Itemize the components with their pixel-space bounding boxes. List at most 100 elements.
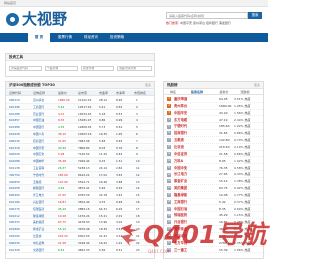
cell-code[interactable]: 601658 bbox=[9, 185, 20, 192]
ranking-item[interactable]: 3 中国平安 43.20 1.56% 热度 bbox=[164, 110, 263, 117]
ranking-item[interactable]: 18 恒瑞医药 45.29 1.15% 热度 bbox=[164, 212, 263, 220]
ranking-item[interactable]: 7 五粮液 142.80 0.74% 热度 bbox=[164, 137, 263, 144]
cell-name[interactable]: 比亚迪 bbox=[33, 233, 41, 240]
rank-stock-name[interactable]: 五粮液 bbox=[174, 137, 184, 144]
cell-code[interactable]: 600519 bbox=[9, 97, 20, 104]
table-row[interactable]: 601318 中国平安 43.20 7866.84 8.03 0.76 8 bbox=[6, 144, 154, 152]
ranking-more[interactable]: 更多 bbox=[254, 82, 260, 89]
cell-name[interactable]: 恒瑞医药 bbox=[33, 206, 44, 213]
rank-stock-name[interactable]: 贵州茅台 bbox=[174, 103, 187, 110]
table-row[interactable]: 601628 中国人寿 36.10 10203.16 19.35 1.95 6 bbox=[6, 131, 154, 138]
table-row[interactable]: 600276 恒瑞医药 45.29 2889.16 64.31 6.26 17 bbox=[6, 206, 154, 213]
cell-name[interactable]: 五粮液 bbox=[33, 179, 41, 186]
cell-code[interactable]: 601288 bbox=[9, 111, 20, 118]
nav-home[interactable]: 首 页 bbox=[28, 33, 50, 42]
cell-name[interactable]: 宁德时代 bbox=[33, 172, 44, 179]
cell-name[interactable]: 中国石油 bbox=[33, 117, 44, 124]
ranking-item[interactable]: 6 招商银行 31.65 0.86% 热度 bbox=[164, 130, 263, 137]
tab-rank[interactable]: 排名 bbox=[167, 89, 179, 95]
ranking-item[interactable]: 22 北方华创 278.66 2.35% 热度 bbox=[164, 240, 263, 247]
tab-name[interactable]: 股票名称 bbox=[186, 89, 208, 95]
ranking-item[interactable]: 17 中国石油 8.35 0.60% 热度 bbox=[164, 206, 263, 213]
ranking-item[interactable]: 8 比亚迪 216.50 2.10% 热度 bbox=[164, 144, 263, 151]
ranking-item[interactable]: 1 重庆啤酒 64.05 3.51% 热度 bbox=[164, 96, 263, 103]
ranking-item[interactable]: 5 宁德时代 185.60 1.22% 热度 bbox=[164, 123, 263, 131]
ranking-item[interactable]: 4 东方电缆 47.19 2.44% 热度 bbox=[164, 117, 263, 124]
table-row[interactable]: 002594 比亚迪 216.50 6302.55 21.43 4.33 21 bbox=[6, 233, 154, 240]
cell-name[interactable]: 中国石化 bbox=[33, 151, 44, 158]
tab-price[interactable]: 最新价 bbox=[216, 89, 232, 95]
ranking-item[interactable]: 2 贵州茅台 1680.00 1.95% 热度 bbox=[164, 103, 263, 110]
cell-code[interactable]: 600276 bbox=[9, 206, 20, 213]
ranking-item[interactable]: 11 中国中免 76.35 0.58% 热度 bbox=[164, 165, 263, 172]
cell-code[interactable]: 601628 bbox=[9, 131, 20, 138]
rank-stock-name[interactable]: 宁德时代 bbox=[174, 123, 187, 130]
cell-code[interactable]: 601088 bbox=[9, 158, 20, 165]
tool-input-fund[interactable]: 基金查询 bbox=[81, 66, 114, 71]
cell-code[interactable]: 601328 bbox=[9, 247, 20, 254]
cell-code[interactable]: 601318 bbox=[9, 145, 20, 152]
cell-code[interactable]: 601988 bbox=[9, 124, 20, 131]
cell-code[interactable]: 000858 bbox=[9, 179, 20, 186]
nav-news[interactable]: 财经资讯 bbox=[80, 33, 102, 42]
rank-stock-name[interactable]: 招商银行 bbox=[174, 130, 187, 137]
table-row[interactable]: 601328 交通银行 6.52 4842.33 5.36 0.51 23 bbox=[6, 247, 154, 254]
cell-code[interactable]: 600036 bbox=[9, 138, 20, 145]
cell-name[interactable]: 农业银行 bbox=[33, 111, 44, 118]
rank-stock-name[interactable]: 美的集团 bbox=[174, 185, 187, 192]
rank-stock-name[interactable]: 长江电力 bbox=[174, 171, 187, 178]
cell-name[interactable]: 工业富联 bbox=[33, 165, 44, 172]
table-row[interactable]: 600030 中信证券 21.58 3198.44 16.22 1.22 22 bbox=[6, 239, 154, 247]
tab-change[interactable]: 涨跌幅 bbox=[236, 89, 254, 95]
ranking-item[interactable]: 23 三一重工 15.39 1.06% 热度 bbox=[164, 247, 263, 254]
table-row[interactable]: 601166 兴业银行 16.87 3504.44 4.75 0.48 16 bbox=[6, 199, 154, 206]
cell-code[interactable]: 601899 bbox=[9, 226, 20, 233]
rank-stock-name[interactable]: 重庆啤酒 bbox=[174, 96, 187, 103]
rank-stock-name[interactable]: 三一重工 bbox=[174, 247, 187, 254]
ranking-item[interactable]: 21 中国中铁 6.42 0.94% 热度 bbox=[164, 233, 263, 240]
rank-stock-name[interactable]: 中国石油 bbox=[174, 206, 187, 213]
table-row[interactable]: 601088 中国神华 35.48 7049.44 9.15 1.51 10 bbox=[6, 158, 154, 165]
cell-name[interactable]: 兴业银行 bbox=[33, 199, 44, 206]
rank-stock-name[interactable]: 比亚迪 bbox=[174, 144, 184, 151]
cell-code[interactable]: 601138 bbox=[9, 165, 20, 172]
nav-quotes[interactable]: 股票行情 bbox=[54, 33, 76, 42]
table-row[interactable]: 600519 贵州茅台 1680.00 21102.45 28.12 8.95 1 bbox=[6, 97, 154, 104]
home-link[interactable]: 网站首页 bbox=[4, 0, 16, 6]
rank-stock-name[interactable]: 海天味业 bbox=[174, 226, 187, 233]
tool-input-stock[interactable]: 个股查询 bbox=[45, 66, 78, 71]
table-row[interactable]: 601658 邮储银行 4.92 4874.41 5.46 0.59 14 bbox=[6, 185, 154, 192]
table-row[interactable]: 000858 五粮液 142.80 5542.71 16.46 3.88 13 bbox=[6, 179, 154, 186]
cell-code[interactable]: 601166 bbox=[9, 199, 20, 206]
cell-code[interactable]: 600900 bbox=[9, 192, 20, 199]
cell-code[interactable]: 000333 bbox=[9, 219, 20, 226]
table-row[interactable]: 601899 紫金矿业 15.12 3976.06 18.39 3.51 20 bbox=[6, 226, 154, 233]
table-row[interactable]: 300750 宁德时代 185.60 8164.22 17.02 3.63 12 bbox=[6, 171, 154, 179]
site-logo[interactable]: 大视野 bbox=[6, 10, 67, 28]
rank-stock-name[interactable]: 中国平安 bbox=[174, 110, 187, 117]
nav-strategy[interactable]: 投资策略 bbox=[106, 33, 128, 42]
ranking-item[interactable]: 10 万科A 8.95 1.02% 热度 bbox=[164, 158, 263, 165]
table-row[interactable]: 600028 中国石化 5.98 7140.52 11.25 0.83 9 bbox=[6, 151, 154, 158]
tool-input-code[interactable]: 沪深股票代码 bbox=[9, 66, 42, 71]
ranking-item[interactable]: 12 长江电力 27.65 0.43% 热度 bbox=[164, 171, 263, 179]
cell-name[interactable]: 中国神华 bbox=[33, 158, 44, 165]
tool-input-hk[interactable]: 港股行情查询 bbox=[117, 66, 152, 71]
search-input[interactable] bbox=[166, 12, 248, 19]
cell-code[interactable]: 300750 bbox=[9, 172, 20, 179]
rank-stock-name[interactable]: 北方华创 bbox=[174, 240, 187, 247]
table-row[interactable]: 000333 美的集团 63.75 4478.03 13.96 3.02 19 bbox=[6, 219, 154, 226]
cell-name[interactable]: 美的集团 bbox=[33, 219, 44, 226]
cell-name[interactable]: 隆基绿能 bbox=[33, 213, 44, 220]
search-button[interactable]: 搜索 bbox=[248, 12, 262, 19]
table-row[interactable]: 600900 长江电力 27.65 6765.59 24.78 3.42 15 bbox=[6, 192, 154, 199]
cell-name[interactable]: 交通银行 bbox=[33, 247, 44, 254]
table-row[interactable]: 600036 招商银行 31.65 7983.08 5.48 0.83 7 bbox=[6, 138, 154, 145]
ranking-item[interactable]: 20 海天味业 38.40 0.79% 热度 bbox=[164, 226, 263, 233]
rank-stock-name[interactable]: 兴业银行 bbox=[174, 219, 187, 226]
cell-code[interactable]: 600028 bbox=[9, 151, 20, 158]
cell-code[interactable]: 601398 bbox=[9, 104, 20, 111]
cell-code[interactable]: 601012 bbox=[9, 213, 20, 220]
cell-name[interactable]: 邮储银行 bbox=[33, 185, 44, 192]
ranking-item[interactable]: 16 工商银行 5.42 0.37% 热度 bbox=[164, 199, 263, 206]
